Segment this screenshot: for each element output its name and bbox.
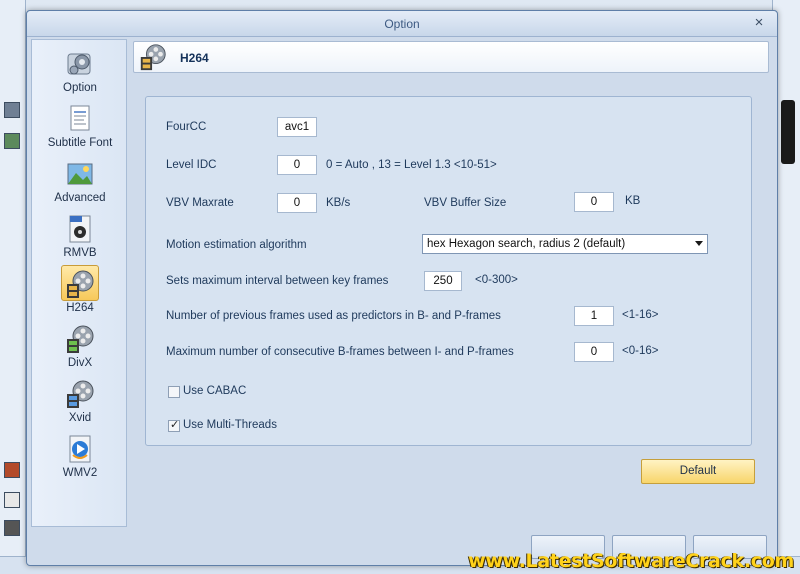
cabac-checkbox[interactable] [168,386,180,398]
sidebar-item-divx[interactable]: DivX [32,319,128,373]
level-idc-hint: 0 = Auto , 13 = Level 1.3 <10-51> [326,159,497,171]
vbv-buffer-input[interactable]: 0 [574,192,614,212]
keyframe-interval-input[interactable]: 250 [424,271,462,291]
motion-estimation-value: hex Hexagon search, radius 2 (default) [427,238,626,250]
gear-icon [67,53,91,75]
sidebar-item-label: Option [63,82,97,94]
sidebar-item-label: Advanced [54,192,106,204]
ref-frames-hint: <1-16> [622,309,659,321]
vbv-buffer-label: VBV Buffer Size [424,197,507,209]
option-dialog: Option × Option Subtitle Font Advanced R… [26,10,778,566]
bframes-label: Maximum number of consecutive B-frames b… [166,346,514,358]
cabac-label: Use CABAC [183,385,247,397]
bframes-input[interactable]: 0 [574,342,614,362]
vbv-maxrate-unit: KB/s [326,197,351,209]
film-reel-icon [67,380,94,408]
sidebar-item-label: DivX [67,357,93,369]
chevron-down-icon [695,241,703,246]
level-idc-input[interactable]: 0 [277,155,317,175]
settings-content: H264 FourCC avc1 Level IDC 0 0 = Auto , … [131,39,775,527]
background-left-toolbar [0,0,26,574]
vbv-maxrate-label: VBV Maxrate [166,197,234,209]
sidebar-item-label: Xvid [68,412,92,424]
sidebar-item-h264[interactable]: H264 [32,264,128,318]
background-device-icon [781,100,795,164]
multithreads-checkbox[interactable] [168,418,180,432]
background-tool-icon [4,133,20,149]
film-reel-icon [67,270,94,298]
fourcc-label: FourCC [166,121,207,133]
h264-settings-panel: FourCC avc1 Level IDC 0 0 = Auto , 13 = … [145,96,752,446]
multithreads-label: Use Multi-Threads [183,419,277,431]
background-tool-icon [4,462,20,478]
motion-estimation-label: Motion estimation algorithm [166,239,307,251]
motion-estimation-select[interactable]: hex Hexagon search, radius 2 (default) [422,234,708,254]
film-reel-icon [140,44,166,71]
keyframe-interval-label: Sets maximum interval between key frames [166,275,389,287]
sidebar-item-label: H264 [66,302,94,314]
picture-icon [67,163,93,185]
category-sidebar: Option Subtitle Font Advanced RMVB H264 … [31,39,127,527]
ref-frames-input[interactable]: 1 [574,306,614,326]
dialog-title: Option [384,17,420,31]
real-media-icon [69,215,91,243]
sidebar-item-advanced[interactable]: Advanced [32,154,128,208]
vbv-maxrate-input[interactable]: 0 [277,193,317,213]
windows-media-icon [69,435,91,463]
bframes-hint: <0-16> [622,345,659,357]
document-text-icon [70,105,90,131]
default-button[interactable]: Default [641,459,755,484]
watermark-text: www.LatestSoftwareCrack.com [468,550,794,572]
section-title: H264 [180,51,209,65]
close-icon[interactable]: × [751,15,767,31]
film-reel-icon [67,325,94,353]
sidebar-item-label: RMVB [63,247,97,259]
fourcc-input[interactable]: avc1 [277,117,317,137]
background-tool-icon [4,520,20,536]
vbv-buffer-unit: KB [625,195,641,207]
sidebar-item-label: WMV2 [62,467,98,479]
background-tool-icon [4,102,20,118]
level-idc-label: Level IDC [166,159,217,171]
keyframe-interval-hint: <0-300> [475,274,518,286]
sidebar-item-option[interactable]: Option [32,44,128,98]
section-header: H264 [133,41,769,73]
sidebar-item-subtitle-font[interactable]: Subtitle Font [32,99,128,153]
dialog-titlebar[interactable]: Option × [27,11,777,37]
background-tool-icon [4,492,20,508]
sidebar-item-wmv2[interactable]: WMV2 [32,429,128,483]
ref-frames-label: Number of previous frames used as predic… [166,310,501,322]
sidebar-item-label: Subtitle Font [47,137,113,149]
sidebar-item-xvid[interactable]: Xvid [32,374,128,428]
sidebar-item-rmvb[interactable]: RMVB [32,209,128,263]
